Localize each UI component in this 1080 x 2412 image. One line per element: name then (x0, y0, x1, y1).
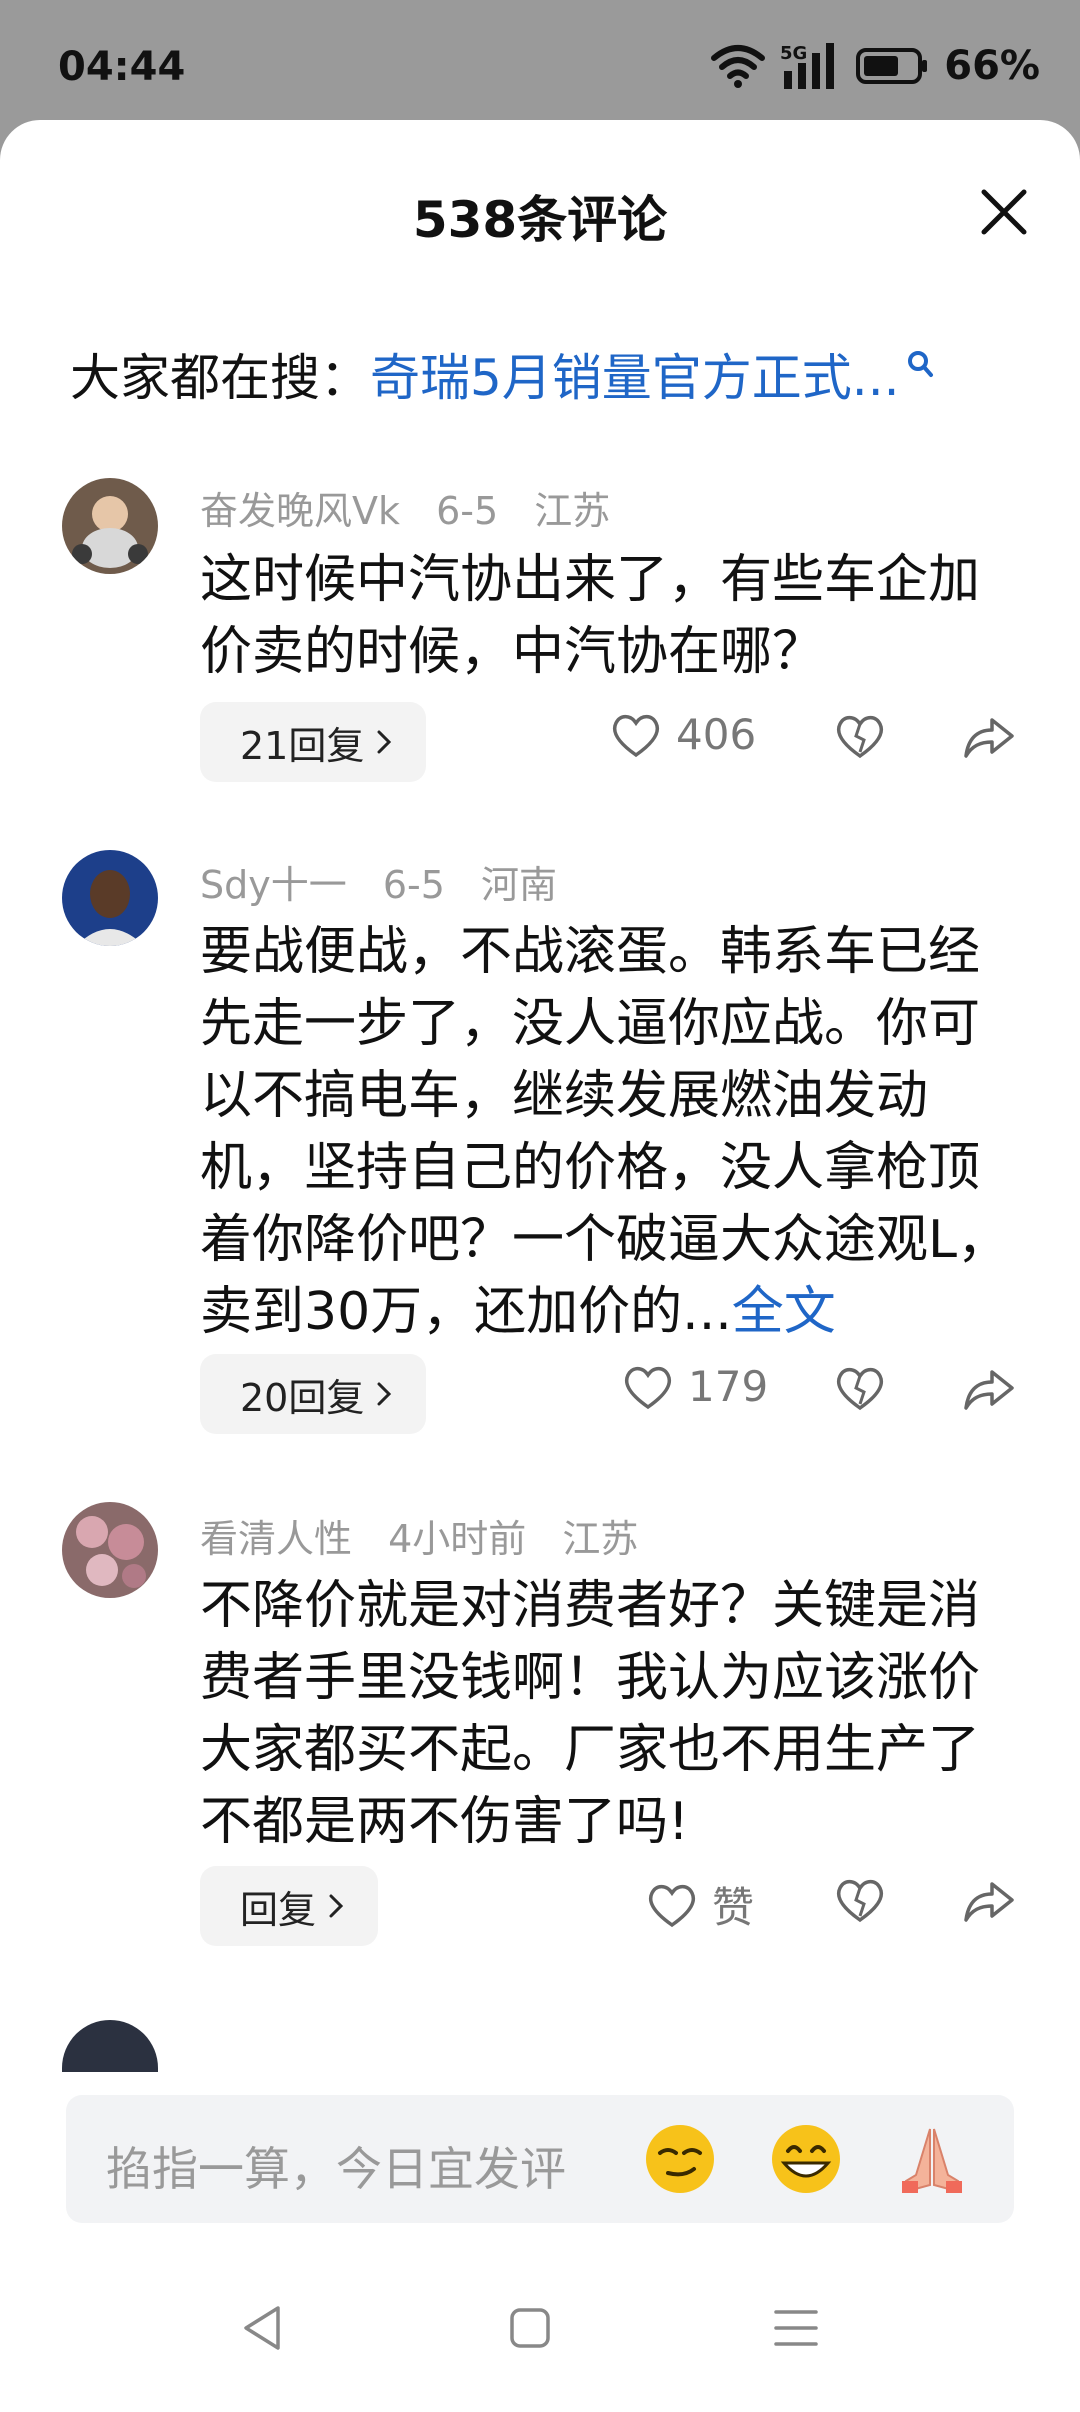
share-icon[interactable] (962, 1366, 1016, 1412)
like-button[interactable]: 179 (622, 1362, 768, 1411)
like-count: 赞 (712, 1883, 755, 1932)
comment-username[interactable]: Sdy十一 (200, 863, 347, 907)
heart-icon (612, 714, 660, 757)
reply-button[interactable]: 回复 (200, 1866, 379, 1946)
comment-text: 要战便战，不战滚蛋。韩系车已经先走一步了，没人逼你应战。你可以不搞电车，继续发展… (200, 916, 1020, 1348)
battery-percent: 66% (944, 43, 1040, 89)
close-icon[interactable] (972, 180, 1036, 244)
grin-emoji-icon[interactable] (766, 2119, 846, 2199)
comment-meta: 奋发晚风Vk 6-5 江苏 (200, 480, 634, 535)
comment-date: 4小时前 (388, 1517, 527, 1561)
chevron-right-icon (377, 1382, 392, 1406)
comment-username[interactable]: 看清人性 (200, 1517, 352, 1561)
comment-input-bar[interactable]: 掐指一算，今日宜发评 (66, 2095, 1014, 2223)
status-time: 04:44 (58, 44, 186, 90)
like-count: 179 (688, 1362, 769, 1411)
wifi-icon (711, 45, 766, 88)
comment-date: 6-5 (382, 863, 445, 907)
expand-full-link[interactable]: 全文 (732, 1282, 836, 1342)
share-icon[interactable] (962, 714, 1016, 760)
comment-location: 江苏 (534, 489, 611, 533)
hot-search-query[interactable]: 奇瑞5月销量官方正式... (370, 338, 900, 410)
comment-meta: Sdy十一 6-5 河南 (200, 854, 581, 909)
avatar[interactable] (62, 2020, 158, 2072)
status-bar: 04:44 5G 66% (0, 0, 1080, 130)
comment-text: 不降价就是对消费者好？关键是消费者手里没钱啊！我认为应该涨价大家都买不起。厂家也… (200, 1570, 1020, 1858)
chevron-right-icon (377, 730, 392, 754)
comments-sheet: 538条评论 大家都在搜： 奇瑞5月销量官方正式... 奋发晚风Vk 6-5 江… (0, 120, 1080, 2412)
comment-text: 这时候中汽协出来了，有些车企加价卖的时候，中汽协在哪？ (200, 544, 1020, 688)
pray-emoji-icon[interactable] (892, 2119, 972, 2199)
battery-icon (856, 48, 928, 84)
comment-meta: 看清人性 4小时前 江苏 (200, 1508, 662, 1563)
reply-button[interactable]: 20回复 (200, 1354, 427, 1434)
like-count: 406 (676, 710, 757, 759)
comment-input[interactable]: 掐指一算，今日宜发评 (106, 2133, 566, 2199)
hot-search[interactable]: 大家都在搜： 奇瑞5月销量官方正式... (70, 338, 934, 410)
dislike-heart-icon[interactable] (834, 712, 886, 760)
sheet-title: 538条评论 (412, 191, 668, 249)
home-icon[interactable] (508, 2306, 552, 2350)
dislike-heart-icon[interactable] (834, 1876, 886, 1924)
reply-label: 回复 (240, 1887, 317, 1932)
share-icon[interactable] (962, 1878, 1016, 1924)
heart-icon (648, 1884, 696, 1927)
comment-date: 6-5 (436, 489, 499, 533)
reply-label: 20回复 (240, 1375, 365, 1420)
smirk-emoji-icon[interactable] (640, 2119, 720, 2199)
search-icon (907, 351, 933, 377)
recent-apps-icon[interactable] (774, 2308, 818, 2348)
comment-body: 不降价就是对消费者好？关键是消费者手里没钱啊！我认为应该涨价大家都买不起。厂家也… (200, 1576, 981, 1852)
system-nav-bar (0, 2270, 1080, 2390)
comment-body: 这时候中汽协出来了，有些车企加价卖的时候，中汽协在哪？ (200, 550, 981, 682)
avatar[interactable] (62, 1502, 158, 1598)
like-button[interactable]: 赞 (646, 1874, 754, 1935)
hot-search-label: 大家都在搜： (70, 349, 370, 407)
avatar[interactable] (62, 850, 158, 946)
back-icon[interactable] (240, 2304, 284, 2352)
svg-text:5G: 5G (780, 43, 807, 64)
status-icons: 5G 66% (710, 38, 1040, 94)
signal-5g-icon: 5G (780, 43, 835, 89)
dislike-heart-icon[interactable] (834, 1364, 886, 1412)
comment-username[interactable]: 奋发晚风Vk (200, 489, 400, 533)
avatar[interactable] (62, 478, 158, 574)
reply-label: 21回复 (240, 723, 365, 768)
reply-button[interactable]: 21回复 (200, 702, 427, 782)
heart-icon (624, 1366, 672, 1409)
comment-body: 要战便战，不战滚蛋。韩系车已经先走一步了，没人逼你应战。你可以不搞电车，继续发展… (200, 922, 1009, 1342)
comment-location: 河南 (481, 863, 558, 907)
like-button[interactable]: 406 (610, 710, 756, 759)
comment-location: 江苏 (562, 1517, 639, 1561)
chevron-right-icon (329, 1894, 344, 1918)
